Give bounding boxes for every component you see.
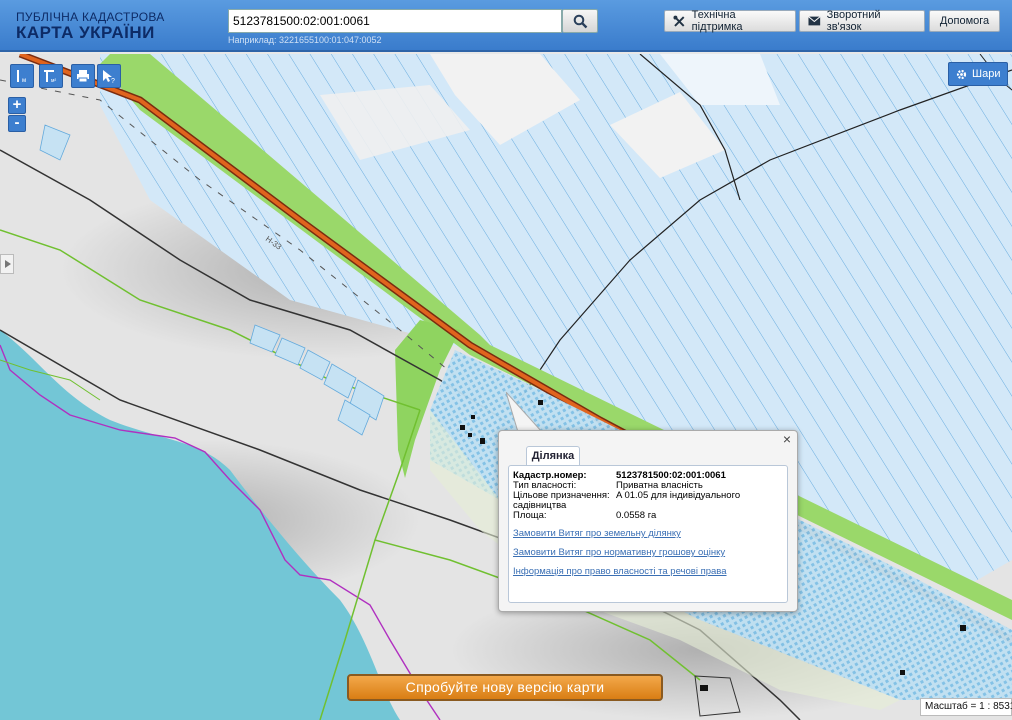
cursor-question-icon: ?	[103, 70, 115, 84]
try-new-version-button[interactable]: Спробуйте нову версію карти	[347, 674, 663, 701]
tab-parcel[interactable]: Ділянка	[526, 446, 580, 466]
help-button[interactable]: Допомога	[929, 10, 1000, 32]
area-ruler-icon: м²	[44, 70, 56, 84]
print-tool[interactable]	[71, 64, 95, 88]
gear-icon	[956, 69, 967, 79]
order-parcel-extract-link[interactable]: Замовити Витяг про земельну ділянку	[513, 528, 681, 539]
search-button[interactable]	[562, 9, 598, 33]
help-label: Допомога	[939, 15, 990, 27]
field-key: Площа:	[513, 510, 547, 521]
field-value: A 01.05 для індивідуального	[616, 490, 741, 501]
ruler-icon: м	[17, 70, 26, 84]
zoom-in-button[interactable]: +	[8, 97, 26, 114]
order-valuation-extract-link[interactable]: Замовити Витяг про нормативну грошову оц…	[513, 547, 725, 558]
measure-line-tool[interactable]: м	[10, 64, 34, 88]
feedback-label: Зворотний зв'язок	[826, 9, 881, 33]
ownership-info-link[interactable]: Інформація про право власності та речові…	[513, 566, 727, 577]
side-panel-toggle[interactable]	[0, 254, 14, 274]
search-example: Наприклад: 3221655100:01:047:0052	[228, 35, 382, 45]
layers-button[interactable]: Шари	[948, 62, 1009, 86]
support-label: Технічна підтримка	[691, 9, 743, 33]
printer-icon	[77, 70, 89, 83]
svg-text:м²: м²	[51, 78, 56, 84]
map-scale: Масштаб = 1 : 8531	[920, 698, 1012, 716]
cadastral-map[interactable]: Н-33	[0, 54, 1012, 720]
top-header: ПУБЛІЧНА КАДАСТРОВА КАРТА УКРАЇНИ Наприк…	[0, 0, 1012, 52]
zoom-out-button[interactable]: -	[8, 115, 26, 132]
svg-text:м: м	[22, 78, 26, 84]
popup-pointer	[506, 392, 544, 433]
svg-text:?: ?	[111, 78, 115, 84]
layers-label: Шари	[972, 68, 1001, 80]
feedback-button[interactable]: Зворотний зв'язок	[799, 9, 925, 33]
site-logo[interactable]: ПУБЛІЧНА КАДАСТРОВА КАРТА УКРАЇНИ	[16, 11, 165, 42]
cadastral-search-input[interactable]	[228, 9, 562, 33]
field-value: 0.0558 га	[616, 510, 657, 521]
measure-area-tool[interactable]: м²	[39, 64, 63, 88]
popup-close-button[interactable]: ×	[781, 432, 793, 446]
map-canvas[interactable]: Н-33	[0, 54, 1012, 720]
search-icon	[573, 14, 588, 29]
support-button[interactable]: Технічна підтримка	[664, 9, 796, 33]
envelope-icon	[808, 16, 821, 26]
tools-icon	[673, 15, 685, 27]
logo-line2: КАРТА УКРАЇНИ	[16, 23, 155, 42]
identify-tool[interactable]: ?	[97, 64, 121, 88]
